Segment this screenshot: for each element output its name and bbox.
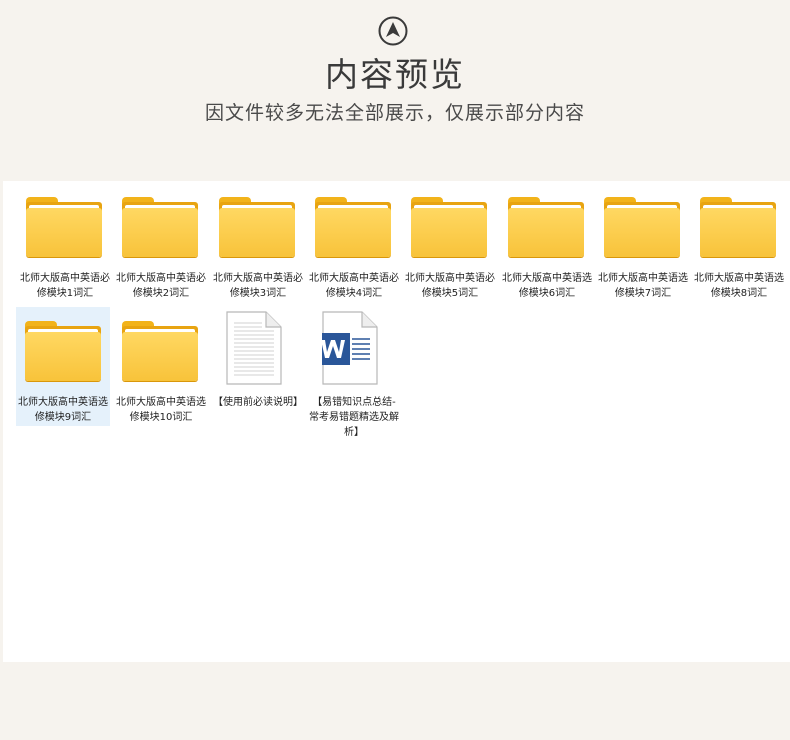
file-name: 北师大版高中英语选修模块9词汇 [18,397,108,423]
file-name: 北师大版高中英语必修模块3词汇 [213,273,303,299]
file-name: 北师大版高中英语必修模块4词汇 [309,273,399,299]
file-item[interactable]: 北师大版高中英语选修模块10词汇 [115,307,207,425]
up-arrow-circle-icon [378,16,408,46]
word-document-icon [322,311,378,385]
file-item[interactable]: 北师大版高中英语必修模块3词汇 [212,181,304,299]
folder-icon [122,197,198,257]
file-name: 北师大版高中英语选修模块7词汇 [598,273,688,299]
file-item[interactable]: 北师大版高中英语选修模块6词汇 [501,181,593,299]
file-name: 北师大版高中英语选修模块6词汇 [502,273,592,299]
file-name: 北师大版高中英语必修模块2词汇 [116,273,206,299]
file-name: 【易错知识点总结-常考易错题精选及解析】 [309,397,399,438]
file-item[interactable]: 北师大版高中英语必修模块1词汇 [19,181,111,299]
file-item[interactable]: 北师大版高中英语必修模块4词汇 [308,181,400,299]
page-title: 内容预览 [325,55,465,94]
file-item[interactable]: 【易错知识点总结-常考易错题精选及解析】 [308,307,400,438]
file-name: 北师大版高中英语选修模块10词汇 [116,397,206,423]
file-name: 【使用前必读说明】 [213,397,303,408]
text-document-icon [226,311,282,385]
folder-icon [508,197,584,257]
file-name: 北师大版高中英语必修模块5词汇 [405,273,495,299]
file-item[interactable]: 【使用前必读说明】 [212,307,304,425]
file-item[interactable]: 北师大版高中英语必修模块5词汇 [404,181,496,299]
file-item[interactable]: 北师大版高中英语必修模块2词汇 [115,181,207,299]
file-name: 北师大版高中英语必修模块1词汇 [20,273,110,299]
folder-icon [604,197,680,257]
folder-icon [122,321,198,381]
file-browser-panel: 北师大版高中英语必修模块1词汇 北师大版高中英语必修模块2词汇 北师大版高中英语… [3,181,790,662]
file-name: 北师大版高中英语选修模块8词汇 [694,273,784,299]
folder-icon [315,197,391,257]
file-item[interactable]: 北师大版高中英语选修模块8词汇 [693,181,785,299]
page-subtitle: 因文件较多无法全部展示，仅展示部分内容 [204,102,585,124]
folder-icon [26,197,102,257]
folder-icon [700,197,776,257]
preview-header: 内容预览 因文件较多无法全部展示，仅展示部分内容 [0,0,790,181]
folder-icon [411,197,487,257]
folder-icon [219,197,295,257]
file-item-selected[interactable]: 北师大版高中英语选修模块9词汇 [16,307,110,426]
folder-icon [25,321,101,381]
file-item[interactable]: 北师大版高中英语选修模块7词汇 [597,181,689,299]
